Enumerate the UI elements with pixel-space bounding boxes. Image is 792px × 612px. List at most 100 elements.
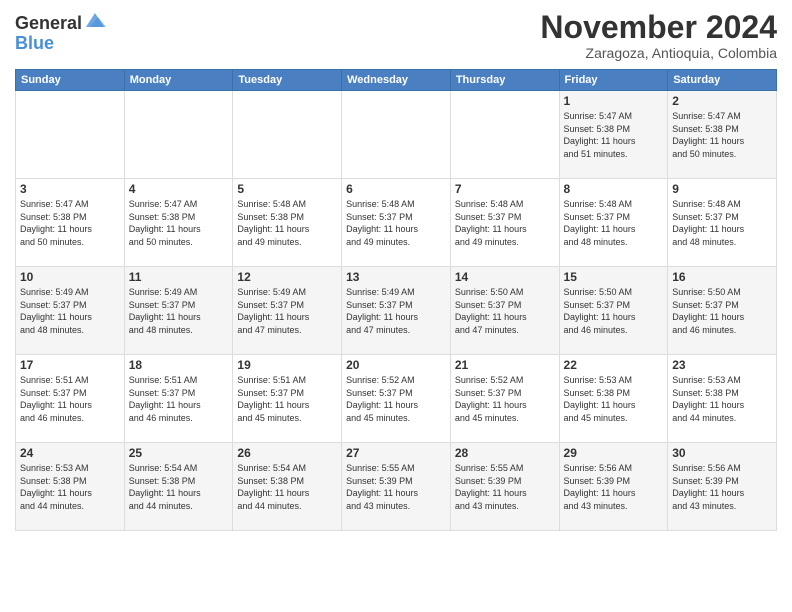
day-info: Sunrise: 5:56 AM Sunset: 5:39 PM Dayligh…	[672, 462, 772, 512]
day-info: Sunrise: 5:48 AM Sunset: 5:37 PM Dayligh…	[346, 198, 446, 248]
day-number: 16	[672, 270, 772, 284]
day-number: 22	[564, 358, 664, 372]
header-tuesday: Tuesday	[233, 70, 342, 91]
calendar-cell: 18 Sunrise: 5:51 AM Sunset: 5:37 PM Dayli…	[124, 355, 233, 443]
calendar-week-3: 10Sunrise: 5:49 AM Sunset: 5:37 PM Dayli…	[16, 267, 777, 355]
day-info: Sunrise: 5:51 AM Sunset: 5:37 PM Dayligh…	[20, 374, 120, 424]
calendar-week-4: 17 Sunrise: 5:51 AM Sunset: 5:37 PM Dayli…	[16, 355, 777, 443]
calendar-cell: 29Sunrise: 5:56 AM Sunset: 5:39 PM Dayli…	[559, 443, 668, 531]
header: General Blue November 2024 Zaragoza, Ant…	[15, 10, 777, 61]
calendar-table: Sunday Monday Tuesday Wednesday Thursday…	[15, 69, 777, 531]
logo: General Blue	[15, 14, 106, 54]
calendar-cell: 23 Sunrise: 5:53 AM Sunset: 5:38 PM Dayli…	[668, 355, 777, 443]
day-number: 20	[346, 358, 446, 372]
day-number: 23	[672, 358, 772, 372]
calendar-cell: 19 Sunrise: 5:51 AM Sunset: 5:37 PM Dayli…	[233, 355, 342, 443]
day-info: Sunrise: 5:50 AM Sunset: 5:37 PM Dayligh…	[564, 286, 664, 336]
day-number: 27	[346, 446, 446, 460]
day-number: 8	[564, 182, 664, 196]
location: Zaragoza, Antioquia, Colombia	[540, 45, 777, 61]
day-number: 15	[564, 270, 664, 284]
day-number: 13	[346, 270, 446, 284]
calendar-cell: 5 Sunrise: 5:48 AM Sunset: 5:38 PM Daylig…	[233, 179, 342, 267]
day-info: Sunrise: 5:53 AM Sunset: 5:38 PM Dayligh…	[564, 374, 664, 424]
day-number: 26	[237, 446, 337, 460]
day-number: 14	[455, 270, 555, 284]
day-number: 4	[129, 182, 229, 196]
day-number: 28	[455, 446, 555, 460]
day-info: Sunrise: 5:48 AM Sunset: 5:37 PM Dayligh…	[564, 198, 664, 248]
day-info: Sunrise: 5:47 AM Sunset: 5:38 PM Dayligh…	[20, 198, 120, 248]
calendar-week-5: 24 Sunrise: 5:53 AM Sunset: 5:38 PM Dayli…	[16, 443, 777, 531]
calendar-cell: 1Sunrise: 5:47 AM Sunset: 5:38 PM Daylig…	[559, 91, 668, 179]
day-number: 6	[346, 182, 446, 196]
day-number: 11	[129, 270, 229, 284]
day-info: Sunrise: 5:48 AM Sunset: 5:37 PM Dayligh…	[455, 198, 555, 248]
day-info: Sunrise: 5:49 AM Sunset: 5:37 PM Dayligh…	[237, 286, 337, 336]
day-number: 25	[129, 446, 229, 460]
header-sunday: Sunday	[16, 70, 125, 91]
header-wednesday: Wednesday	[342, 70, 451, 91]
calendar-cell: 27Sunrise: 5:55 AM Sunset: 5:39 PM Dayli…	[342, 443, 451, 531]
day-info: Sunrise: 5:53 AM Sunset: 5:38 PM Dayligh…	[672, 374, 772, 424]
calendar-week-1: 1Sunrise: 5:47 AM Sunset: 5:38 PM Daylig…	[16, 91, 777, 179]
calendar-cell: 26 Sunrise: 5:54 AM Sunset: 5:38 PM Dayli…	[233, 443, 342, 531]
weekday-header-row: Sunday Monday Tuesday Wednesday Thursday…	[16, 70, 777, 91]
calendar-cell	[342, 91, 451, 179]
calendar-cell	[233, 91, 342, 179]
day-info: Sunrise: 5:48 AM Sunset: 5:38 PM Dayligh…	[237, 198, 337, 248]
calendar-cell: 25Sunrise: 5:54 AM Sunset: 5:38 PM Dayli…	[124, 443, 233, 531]
day-number: 17	[20, 358, 120, 372]
day-info: Sunrise: 5:56 AM Sunset: 5:39 PM Dayligh…	[564, 462, 664, 512]
calendar-cell	[124, 91, 233, 179]
day-number: 24	[20, 446, 120, 460]
day-number: 3	[20, 182, 120, 196]
day-info: Sunrise: 5:49 AM Sunset: 5:37 PM Dayligh…	[20, 286, 120, 336]
day-info: Sunrise: 5:47 AM Sunset: 5:38 PM Dayligh…	[672, 110, 772, 160]
day-number: 30	[672, 446, 772, 460]
day-info: Sunrise: 5:51 AM Sunset: 5:37 PM Dayligh…	[129, 374, 229, 424]
calendar-cell: 10Sunrise: 5:49 AM Sunset: 5:37 PM Dayli…	[16, 267, 125, 355]
day-number: 19	[237, 358, 337, 372]
logo-icon	[84, 9, 106, 31]
calendar-cell: 15 Sunrise: 5:50 AM Sunset: 5:37 PM Dayli…	[559, 267, 668, 355]
calendar-cell: 14Sunrise: 5:50 AM Sunset: 5:37 PM Dayli…	[450, 267, 559, 355]
title-block: November 2024 Zaragoza, Antioquia, Colom…	[540, 10, 777, 61]
day-number: 5	[237, 182, 337, 196]
calendar-cell: 2 Sunrise: 5:47 AM Sunset: 5:38 PM Daylig…	[668, 91, 777, 179]
day-number: 18	[129, 358, 229, 372]
calendar-cell: 8 Sunrise: 5:48 AM Sunset: 5:37 PM Daylig…	[559, 179, 668, 267]
day-info: Sunrise: 5:47 AM Sunset: 5:38 PM Dayligh…	[564, 110, 664, 160]
day-info: Sunrise: 5:52 AM Sunset: 5:37 PM Dayligh…	[455, 374, 555, 424]
calendar-cell	[450, 91, 559, 179]
header-saturday: Saturday	[668, 70, 777, 91]
calendar-cell: 21 Sunrise: 5:52 AM Sunset: 5:37 PM Dayli…	[450, 355, 559, 443]
calendar-cell: 30 Sunrise: 5:56 AM Sunset: 5:39 PM Dayli…	[668, 443, 777, 531]
day-number: 2	[672, 94, 772, 108]
calendar-cell: 9Sunrise: 5:48 AM Sunset: 5:37 PM Daylig…	[668, 179, 777, 267]
day-info: Sunrise: 5:54 AM Sunset: 5:38 PM Dayligh…	[237, 462, 337, 512]
calendar-cell	[16, 91, 125, 179]
calendar-cell: 16 Sunrise: 5:50 AM Sunset: 5:37 PM Dayli…	[668, 267, 777, 355]
logo-text-line1: General	[15, 14, 82, 34]
day-info: Sunrise: 5:47 AM Sunset: 5:38 PM Dayligh…	[129, 198, 229, 248]
calendar-cell: 17 Sunrise: 5:51 AM Sunset: 5:37 PM Dayli…	[16, 355, 125, 443]
calendar-cell: 6 Sunrise: 5:48 AM Sunset: 5:37 PM Daylig…	[342, 179, 451, 267]
day-info: Sunrise: 5:52 AM Sunset: 5:37 PM Dayligh…	[346, 374, 446, 424]
header-friday: Friday	[559, 70, 668, 91]
calendar-week-2: 3 Sunrise: 5:47 AM Sunset: 5:38 PM Daylig…	[16, 179, 777, 267]
calendar-cell: 7 Sunrise: 5:48 AM Sunset: 5:37 PM Daylig…	[450, 179, 559, 267]
day-number: 7	[455, 182, 555, 196]
day-number: 21	[455, 358, 555, 372]
day-number: 12	[237, 270, 337, 284]
calendar-cell: 22 Sunrise: 5:53 AM Sunset: 5:38 PM Dayli…	[559, 355, 668, 443]
calendar-cell: 3 Sunrise: 5:47 AM Sunset: 5:38 PM Daylig…	[16, 179, 125, 267]
day-info: Sunrise: 5:51 AM Sunset: 5:37 PM Dayligh…	[237, 374, 337, 424]
day-info: Sunrise: 5:53 AM Sunset: 5:38 PM Dayligh…	[20, 462, 120, 512]
header-monday: Monday	[124, 70, 233, 91]
day-info: Sunrise: 5:55 AM Sunset: 5:39 PM Dayligh…	[455, 462, 555, 512]
calendar-cell: 4 Sunrise: 5:47 AM Sunset: 5:38 PM Daylig…	[124, 179, 233, 267]
day-info: Sunrise: 5:50 AM Sunset: 5:37 PM Dayligh…	[672, 286, 772, 336]
header-thursday: Thursday	[450, 70, 559, 91]
calendar-cell: 13Sunrise: 5:49 AM Sunset: 5:37 PM Dayli…	[342, 267, 451, 355]
